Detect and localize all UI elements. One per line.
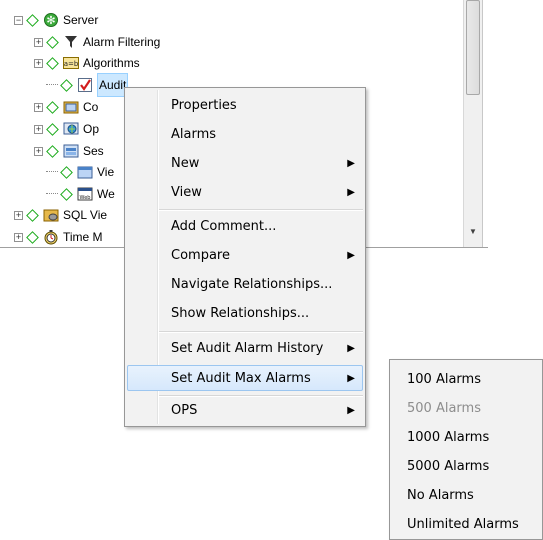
menu-item-label: Set Audit Alarm History bbox=[171, 341, 324, 356]
submenu-item-500-alarms: 500 Alarms bbox=[407, 401, 481, 416]
submenu-arrow-icon: ▶ bbox=[347, 405, 355, 416]
expand-toggle[interactable]: + bbox=[34, 124, 43, 134]
filter-funnel-icon bbox=[63, 34, 79, 50]
status-diamond-icon bbox=[46, 56, 59, 70]
tree-node-op[interactable]: + Op bbox=[34, 118, 99, 140]
menu-item-label: Alarms bbox=[171, 127, 217, 142]
collapse-toggle[interactable]: − bbox=[14, 15, 23, 25]
stopwatch-icon bbox=[43, 229, 59, 245]
submenu-item-1000-alarms[interactable]: 1000 Alarms bbox=[407, 423, 489, 452]
svg-text:a=b: a=b bbox=[64, 60, 79, 68]
expand-toggle[interactable]: + bbox=[34, 37, 43, 47]
folder-view-icon bbox=[77, 164, 93, 180]
tree-node-label: Vie bbox=[97, 165, 115, 179]
menu-item-label: New bbox=[171, 156, 200, 171]
submenu-arrow-icon: ▶ bbox=[347, 343, 355, 354]
tree-node-time-m[interactable]: + Time M bbox=[14, 226, 103, 248]
svg-text:✻: ✻ bbox=[46, 14, 55, 27]
tree-connector bbox=[46, 171, 58, 173]
menu-item-label: View bbox=[171, 185, 202, 200]
submenu-arrow-icon: ▶ bbox=[347, 187, 355, 198]
session-window-icon bbox=[63, 143, 79, 159]
context-menu: Properties Alarms New ▶ View ▶ Add Comme… bbox=[124, 87, 366, 427]
menu-item-label: Navigate Relationships... bbox=[171, 277, 333, 292]
submenu-item-5000-alarms[interactable]: 5000 Alarms bbox=[407, 452, 489, 481]
status-diamond-icon bbox=[60, 187, 73, 201]
tree-node-label: Op bbox=[83, 122, 100, 136]
tree-connector bbox=[46, 84, 58, 86]
menu-item-add-comment[interactable]: Add Comment... bbox=[127, 214, 363, 240]
menu-item-label: Add Comment... bbox=[171, 219, 277, 234]
status-diamond-icon bbox=[46, 122, 59, 136]
tree-node-label: Co bbox=[83, 100, 99, 114]
menu-item-ops[interactable]: OPS ▶ bbox=[127, 398, 363, 424]
expand-toggle[interactable]: + bbox=[34, 146, 43, 156]
tree-node-label: Server bbox=[63, 13, 99, 27]
submenu-arrow-icon: ▶ bbox=[347, 373, 355, 384]
menu-item-label: Properties bbox=[171, 98, 237, 113]
menu-item-label: OPS bbox=[171, 403, 198, 418]
server-gear-icon: ✻ bbox=[43, 12, 59, 28]
audit-checklist-icon bbox=[77, 77, 93, 93]
expand-toggle[interactable]: + bbox=[14, 210, 23, 220]
menu-item-view[interactable]: View ▶ bbox=[127, 180, 363, 206]
menu-item-compare[interactable]: Compare ▶ bbox=[127, 243, 363, 269]
tree-node-label: Ses bbox=[83, 144, 104, 158]
status-diamond-icon bbox=[46, 35, 59, 49]
submenu-item-100-alarms[interactable]: 100 Alarms bbox=[407, 365, 481, 394]
menu-item-set-audit-max-alarms[interactable]: Set Audit Max Alarms ▶ bbox=[127, 365, 363, 391]
expand-toggle[interactable]: + bbox=[34, 102, 43, 112]
tree-node-label: SQL Vie bbox=[63, 208, 108, 222]
menu-item-new[interactable]: New ▶ bbox=[127, 151, 363, 177]
sql-view-icon bbox=[43, 207, 59, 223]
tree-node-co[interactable]: + Co bbox=[34, 96, 98, 118]
tree-node-alarm-filtering[interactable]: + Alarm Filtering bbox=[34, 31, 160, 53]
menu-item-label: Set Audit Max Alarms bbox=[171, 371, 311, 386]
tree-connector bbox=[46, 193, 58, 195]
tree-node-audit[interactable]: Audit bbox=[46, 73, 129, 97]
tree-node-we[interactable]: Web We bbox=[46, 183, 115, 205]
menu-item-set-audit-alarm-history[interactable]: Set Audit Alarm History ▶ bbox=[127, 336, 363, 362]
svg-text:Web: Web bbox=[80, 195, 91, 201]
menu-item-properties[interactable]: Properties bbox=[127, 93, 363, 119]
menu-item-navigate-relationships[interactable]: Navigate Relationships... bbox=[127, 272, 363, 298]
tree-node-server[interactable]: − ✻ Server bbox=[14, 9, 98, 31]
status-diamond-icon bbox=[46, 144, 59, 158]
status-diamond-icon bbox=[46, 100, 59, 114]
scrollbar-thumb[interactable] bbox=[466, 0, 480, 95]
menu-separator bbox=[159, 209, 363, 211]
max-alarms-submenu: 100 Alarms 500 Alarms 1000 Alarms 5000 A… bbox=[389, 359, 543, 540]
web-icon: Web bbox=[77, 186, 93, 202]
status-diamond-icon bbox=[60, 78, 73, 92]
tree-node-label: Time M bbox=[63, 230, 103, 244]
tree-node-vie[interactable]: Vie bbox=[46, 161, 114, 183]
vertical-scrollbar[interactable]: ▼ bbox=[463, 0, 483, 248]
submenu-item-unlimited-alarms[interactable]: Unlimited Alarms bbox=[407, 510, 519, 539]
menu-item-alarms[interactable]: Alarms bbox=[127, 122, 363, 148]
submenu-item-no-alarms[interactable]: No Alarms bbox=[407, 481, 474, 510]
submenu-arrow-icon: ▶ bbox=[347, 158, 355, 169]
globe-window-icon bbox=[63, 121, 79, 137]
menu-separator bbox=[159, 395, 363, 397]
algorithm-icon: a=b bbox=[63, 55, 79, 71]
status-diamond-icon bbox=[26, 13, 39, 27]
tree-node-label: Algorithms bbox=[83, 56, 140, 70]
tree-node-ses[interactable]: + Ses bbox=[34, 140, 104, 162]
menu-item-label: Compare bbox=[171, 248, 230, 263]
status-diamond-icon bbox=[26, 230, 39, 244]
tree-node-algorithms[interactable]: + a=b Algorithms bbox=[34, 52, 140, 74]
folder-window-icon bbox=[63, 99, 79, 115]
expand-toggle[interactable]: + bbox=[14, 232, 23, 242]
status-diamond-icon bbox=[60, 165, 73, 179]
menu-item-label: Show Relationships... bbox=[171, 306, 310, 321]
status-diamond-icon bbox=[26, 208, 39, 222]
menu-separator bbox=[159, 331, 363, 333]
tree-node-sql-view[interactable]: + SQL Vie bbox=[14, 204, 107, 226]
tree-node-label: We bbox=[97, 187, 115, 201]
submenu-arrow-icon: ▶ bbox=[347, 250, 355, 261]
tree-node-label: Alarm Filtering bbox=[83, 35, 161, 49]
scroll-down-arrow-icon[interactable]: ▼ bbox=[467, 226, 479, 238]
expand-toggle[interactable]: + bbox=[34, 58, 43, 68]
menu-item-show-relationships[interactable]: Show Relationships... bbox=[127, 301, 363, 327]
